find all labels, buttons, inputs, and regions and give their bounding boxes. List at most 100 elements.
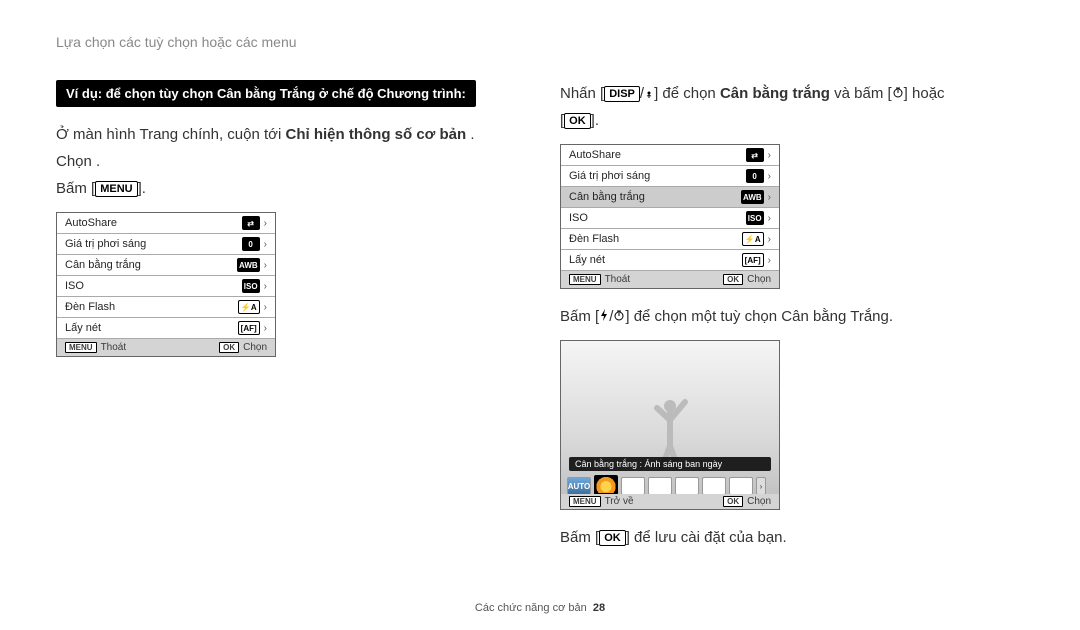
menu-label: Đèn Flash	[569, 233, 619, 245]
macro-icon	[644, 81, 654, 91]
share-icon: ⇄	[242, 216, 260, 230]
text: ].	[591, 112, 599, 129]
left-column: Ví dụ: để chọn tùy chọn Cân bằng Trắng ở…	[56, 80, 520, 551]
step-1-text: Ở màn hình Trang chính, cuộn tới Chỉ hiệ…	[56, 121, 520, 148]
footer-text: Thoát	[101, 342, 127, 353]
menu-button-glyph: MENU	[95, 181, 137, 197]
menu-label: Giá trị phơi sáng	[569, 170, 650, 182]
ok-button-glyph: OK	[564, 113, 591, 129]
menu-button-glyph: MENU	[569, 274, 601, 285]
text: Nhấn [	[560, 85, 604, 102]
footer-text: Thoát	[605, 274, 631, 285]
text: ] để chọn một tuỳ chọn Cân bằng Trắng.	[625, 308, 893, 325]
chevron-right-icon: ›	[264, 323, 267, 334]
text: ] hoặc	[904, 85, 945, 102]
menu-button-glyph: MENU	[569, 496, 601, 507]
menu-row[interactable]: Giá trị phơi sáng 0 ›	[561, 166, 779, 187]
exposure-icon: 0	[746, 169, 764, 183]
settings-menu-left: AutoShare ⇄› Giá trị phơi sáng 0› Cân bằ…	[56, 212, 276, 357]
step-2-text: Bấm [MENU].	[56, 175, 520, 202]
wb-thumb-daylight[interactable]	[594, 475, 618, 495]
page-footer: Các chức năng cơ bản 28	[0, 602, 1080, 614]
text: ] để lưu cài đặt của bạn.	[626, 529, 787, 546]
menu-row-selected[interactable]: Cân bằng trắng AWB ›	[561, 187, 779, 208]
flash-icon	[599, 303, 609, 330]
footer-label: Các chức năng cơ bản	[475, 602, 587, 614]
share-icon: ⇄	[746, 148, 764, 162]
text: Bấm [	[56, 180, 95, 197]
step-3b-text: [OK].	[560, 107, 1024, 134]
ok-button-glyph: OK	[723, 496, 743, 507]
text-bold: Chỉ hiện thông số cơ bản	[286, 126, 467, 143]
wb-thumb[interactable]	[648, 477, 672, 495]
iso-icon: ISO	[746, 211, 764, 225]
text: Bấm [	[560, 308, 599, 325]
menu-label: Lấy nét	[569, 254, 605, 266]
text: .	[470, 126, 474, 143]
menu-label: AutoShare	[65, 217, 117, 229]
page-number: 28	[593, 602, 605, 614]
chevron-right-icon: ›	[264, 260, 267, 271]
ok-button-glyph: OK	[219, 342, 239, 353]
chevron-right-icon: ›	[768, 171, 771, 182]
ok-button-glyph: OK	[723, 274, 743, 285]
right-column: Nhấn [DISP/] để chọn Cân bằng trắng và b…	[560, 80, 1024, 551]
chevron-right-icon: ›	[264, 239, 267, 250]
menu-row[interactable]: AutoShare ⇄ ›	[561, 145, 779, 166]
wb-thumb-auto[interactable]: AUTO	[567, 477, 591, 495]
menu-footer: MENUThoát OKChọn	[561, 271, 779, 288]
footer-text: Chọn	[747, 496, 771, 507]
preview-footer: MENU Trở về OK Chọn	[561, 494, 779, 509]
menu-row[interactable]: Đèn Flash ⚡A ›	[561, 229, 779, 250]
menu-row[interactable]: Lấy nét [AF]›	[561, 250, 779, 271]
flash-icon: ⚡A	[742, 232, 764, 246]
thumb-strip[interactable]: AUTO ›	[567, 475, 773, 495]
af-icon: [AF]	[238, 321, 260, 335]
menu-row[interactable]: Lấy nét [AF] ›	[57, 318, 275, 339]
af-icon: [AF]	[742, 253, 764, 267]
footer-text: Trở về	[605, 496, 634, 507]
chevron-right-icon: ›	[768, 150, 771, 161]
menu-label: Lấy nét	[65, 322, 101, 334]
menu-label: ISO	[569, 212, 588, 224]
menu-row[interactable]: Giá trị phơi sáng 0›	[57, 234, 275, 255]
menu-button-glyph: MENU	[65, 342, 97, 353]
page-header: Lựa chọn các tuỳ chọn hoặc các menu	[56, 34, 1024, 50]
menu-label: Đèn Flash	[65, 301, 115, 313]
menu-row[interactable]: Cân bằng trắng AWB ›	[57, 255, 275, 276]
step-3-text: Nhấn [DISP/] để chọn Cân bằng trắng và b…	[560, 80, 1024, 107]
disp-button-glyph: DISP	[604, 86, 640, 102]
step-1b-text: Chọn .	[56, 148, 520, 175]
text: Bấm [	[560, 529, 599, 546]
exposure-icon: 0	[242, 237, 260, 251]
menu-row[interactable]: ISO ISO›	[57, 276, 275, 297]
ok-button-glyph: OK	[599, 530, 626, 546]
wb-thumb[interactable]	[729, 477, 753, 495]
iso-icon: ISO	[242, 279, 260, 293]
menu-footer: MENU Thoát OK Chọn	[57, 339, 275, 356]
timer-icon	[613, 303, 625, 330]
chevron-right-icon: ›	[768, 234, 771, 245]
wb-thumb[interactable]	[702, 477, 726, 495]
menu-label: Cân bằng trắng	[65, 259, 141, 271]
chevron-right-icon: ›	[264, 302, 267, 313]
scroll-right-icon[interactable]: ›	[756, 477, 766, 495]
menu-label: Cân bằng trắng	[569, 191, 645, 203]
menu-row[interactable]: Đèn Flash ⚡A›	[57, 297, 275, 318]
example-heading: Ví dụ: để chọn tùy chọn Cân bằng Trắng ở…	[56, 80, 476, 107]
text: và bấm [	[830, 85, 892, 102]
chevron-right-icon: ›	[264, 281, 267, 292]
menu-label: AutoShare	[569, 149, 621, 161]
chevron-right-icon: ›	[768, 192, 771, 203]
text: ] để chọn	[654, 85, 720, 102]
menu-row[interactable]: AutoShare ⇄›	[57, 213, 275, 234]
wb-thumb[interactable]	[621, 477, 645, 495]
menu-row[interactable]: ISO ISO ›	[561, 208, 779, 229]
wb-thumb[interactable]	[675, 477, 699, 495]
awb-icon: AWB	[237, 258, 260, 272]
footer-text: Chọn	[243, 342, 267, 353]
text: Ở màn hình Trang chính, cuộn tới	[56, 126, 286, 143]
chevron-right-icon: ›	[768, 213, 771, 224]
settings-menu-right: AutoShare ⇄ › Giá trị phơi sáng 0 › Cân bằ…	[560, 144, 780, 289]
awb-icon: AWB	[741, 190, 764, 204]
